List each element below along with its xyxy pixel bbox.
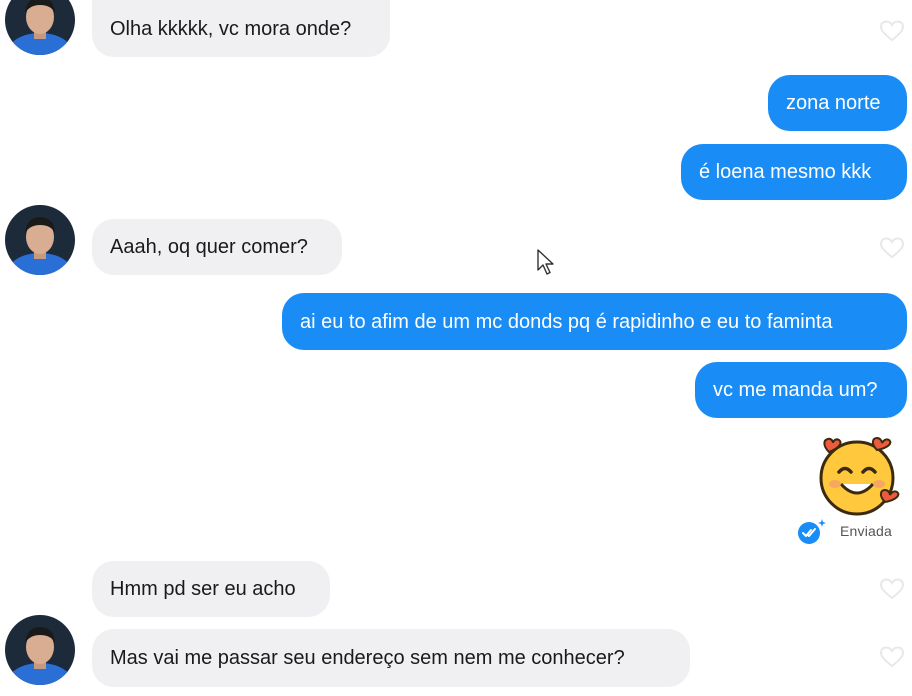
message-text: ai eu to afim de um mc donds pq é rapidi…	[300, 310, 833, 333]
double-check-sent-icon	[798, 519, 826, 544]
heart-outline-icon[interactable]	[879, 19, 905, 43]
heart-outline-icon[interactable]	[879, 236, 905, 260]
incoming-message[interactable]: Aaah, oq quer comer?	[92, 219, 342, 275]
heart-outline-icon[interactable]	[879, 577, 905, 601]
outgoing-message[interactable]: zona norte	[768, 75, 907, 131]
contact-avatar[interactable]	[5, 205, 75, 275]
contact-avatar[interactable]	[5, 615, 75, 685]
chat-thread: Olha kkkkk, vc mora onde? zona norte é l…	[0, 0, 912, 696]
outgoing-message[interactable]: é loena mesmo kkk	[681, 144, 907, 200]
message-text: Aaah, oq quer comer?	[110, 236, 308, 258]
message-text: Mas vai me passar seu endereço sem nem m…	[110, 647, 625, 669]
avatar-image	[5, 205, 75, 275]
message-text: zona norte	[786, 92, 881, 114]
message-status: Enviada	[796, 516, 892, 546]
sent-status-label: Enviada	[840, 523, 892, 539]
message-text: Hmm pd ser eu acho	[110, 578, 296, 600]
incoming-message[interactable]: Mas vai me passar seu endereço sem nem m…	[92, 629, 690, 687]
heart-outline-icon[interactable]	[879, 645, 905, 669]
contact-avatar[interactable]	[5, 0, 75, 55]
outgoing-message[interactable]: vc me manda um?	[695, 362, 907, 418]
mouse-cursor-icon	[537, 249, 554, 275]
message-text: Olha kkkkk, vc mora onde?	[110, 17, 352, 40]
avatar-image	[5, 0, 75, 55]
incoming-message[interactable]: Hmm pd ser eu acho	[92, 561, 330, 617]
smiling-face-with-hearts-emoji[interactable]	[815, 432, 901, 516]
outgoing-message[interactable]: ai eu to afim de um mc donds pq é rapidi…	[282, 293, 907, 350]
message-text: é loena mesmo kkk	[699, 161, 872, 183]
avatar-image	[5, 615, 75, 685]
message-text: vc me manda um?	[713, 379, 878, 401]
incoming-message[interactable]: Olha kkkkk, vc mora onde?	[92, 0, 390, 57]
